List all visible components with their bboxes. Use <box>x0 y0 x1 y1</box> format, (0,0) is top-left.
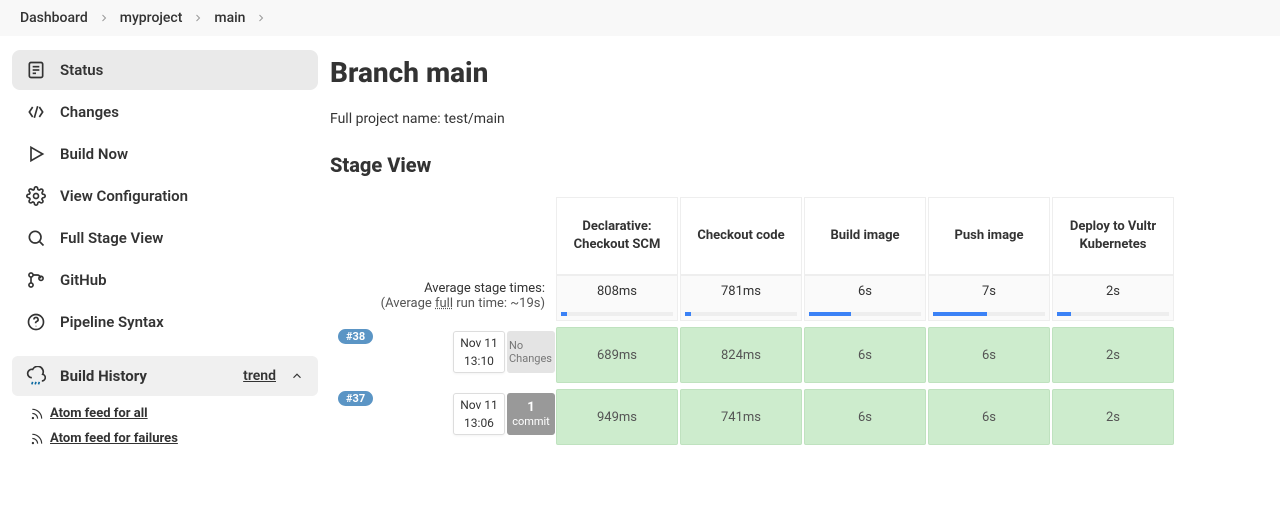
run-stage-cell[interactable]: 2s <box>1052 327 1174 383</box>
stage-view-table: Declarative: Checkout SCMCheckout codeBu… <box>330 197 1270 445</box>
sidebar-item-label: Full Stage View <box>60 229 163 247</box>
sidebar-item-label: GitHub <box>60 271 107 289</box>
feed-row: Atom feed for all Atom feed for failures <box>12 396 318 456</box>
trend-link[interactable]: trend <box>243 368 276 384</box>
sidebar: Status Changes Build Now View Configuration… <box>0 36 330 470</box>
build-history-label: Build History <box>60 367 147 385</box>
sidebar-item-full-stage[interactable]: Full Stage View <box>12 218 318 258</box>
avg-stage-cell: 808ms <box>556 275 678 321</box>
stage-header-spacer <box>330 197 555 275</box>
run-changes[interactable]: No Changes <box>507 331 555 373</box>
breadcrumb-item-dashboard[interactable]: Dashboard <box>20 10 88 26</box>
stage-header-cell: Declarative: Checkout SCM <box>556 197 678 275</box>
avg-stage-cell: 6s <box>804 275 926 321</box>
sidebar-item-status[interactable]: Status <box>12 50 318 90</box>
main-content: Branch main Full project name: test/main… <box>330 36 1280 470</box>
atom-feed-failures-link[interactable]: Atom feed for failures <box>30 431 178 446</box>
run-stage-cell[interactable]: 949ms <box>556 389 678 445</box>
run-row: #37 Nov 11 13:06 1commit 949ms741ms6s6s2… <box>330 389 1270 445</box>
run-stage-cell[interactable]: 6s <box>928 327 1050 383</box>
sidebar-item-build-now[interactable]: Build Now <box>12 134 318 174</box>
atom-feed-all-label: Atom feed for all <box>50 406 148 421</box>
breadcrumb: Dashboard myproject main <box>0 0 1280 36</box>
sidebar-item-label: View Configuration <box>60 187 188 205</box>
run-stage-cell[interactable]: 689ms <box>556 327 678 383</box>
sidebar-item-changes[interactable]: Changes <box>12 92 318 132</box>
chevron-right-icon <box>192 12 204 24</box>
stage-header-cell: Deploy to Vultr Kubernetes <box>1052 197 1174 275</box>
avg-stage-times-label: Average stage times: <box>330 281 545 296</box>
avg-stage-cell: 7s <box>928 275 1050 321</box>
stage-header-cell: Build image <box>804 197 926 275</box>
run-changes[interactable]: 1commit <box>507 393 555 435</box>
help-icon <box>26 312 46 332</box>
chevron-right-icon <box>98 12 110 24</box>
avg-stage-cell: 781ms <box>680 275 802 321</box>
status-icon <box>26 60 46 80</box>
run-row-label: #38 Nov 11 13:10 No Changes <box>330 327 555 383</box>
weather-icon <box>26 366 46 386</box>
atom-feed-failures-label: Atom feed for failures <box>50 431 178 446</box>
changes-icon <box>26 102 46 122</box>
run-timestamp[interactable]: Nov 11 13:06 <box>453 393 505 435</box>
run-stage-cell[interactable]: 2s <box>1052 389 1174 445</box>
stage-view-title: Stage View <box>330 153 1270 177</box>
stage-header-cell: Push image <box>928 197 1050 275</box>
run-stage-cell[interactable]: 6s <box>804 327 926 383</box>
run-stage-cell[interactable]: 6s <box>928 389 1050 445</box>
run-badge[interactable]: #38 <box>338 329 373 344</box>
avg-full-run-label: (Average full run time: ~19s) <box>330 296 545 311</box>
atom-feed-all-link[interactable]: Atom feed for all <box>30 406 148 421</box>
sidebar-item-label: Pipeline Syntax <box>60 313 164 331</box>
breadcrumb-item-main[interactable]: main <box>214 10 245 26</box>
run-stage-cell[interactable]: 6s <box>804 389 926 445</box>
gear-icon <box>26 186 46 206</box>
project-name-label: Full project name: test/main <box>330 111 1270 127</box>
chevron-up-icon[interactable] <box>290 369 304 383</box>
sidebar-item-pipeline-syntax[interactable]: Pipeline Syntax <box>12 302 318 342</box>
run-row-label: #37 Nov 11 13:06 1commit <box>330 389 555 445</box>
breadcrumb-item-myproject[interactable]: myproject <box>120 10 183 26</box>
play-icon <box>26 144 46 164</box>
stage-header-cell: Checkout code <box>680 197 802 275</box>
run-badge[interactable]: #37 <box>338 391 373 406</box>
avg-row-label: Average stage times: (Average full run t… <box>330 275 555 321</box>
sidebar-item-label: Build Now <box>60 145 128 163</box>
page-title: Branch main <box>330 56 1270 89</box>
sidebar-item-label: Changes <box>60 103 119 121</box>
run-timestamp[interactable]: Nov 11 13:10 <box>453 331 505 373</box>
search-icon <box>26 228 46 248</box>
run-stage-cell[interactable]: 741ms <box>680 389 802 445</box>
run-row: #38 Nov 11 13:10 No Changes 689ms824ms6s… <box>330 327 1270 383</box>
chevron-right-icon <box>255 12 267 24</box>
avg-stage-cell: 2s <box>1052 275 1174 321</box>
sidebar-item-label: Status <box>60 61 103 79</box>
git-icon <box>26 270 46 290</box>
sidebar-item-github[interactable]: GitHub <box>12 260 318 300</box>
sidebar-item-view-config[interactable]: View Configuration <box>12 176 318 216</box>
run-stage-cell[interactable]: 824ms <box>680 327 802 383</box>
build-history-header: Build History trend <box>12 356 318 396</box>
